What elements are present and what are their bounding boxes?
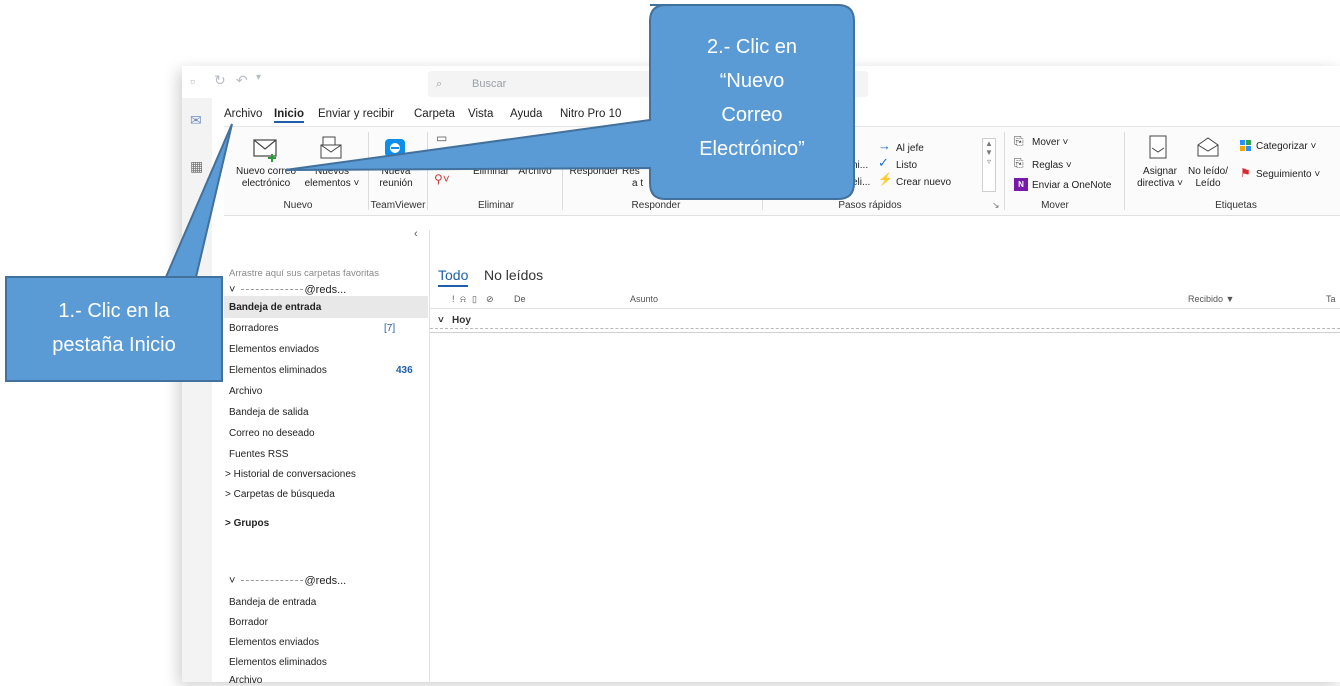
callout-1-line-2: pestaña Inicio	[52, 334, 176, 356]
callout-1-text: 1.- Clic en la pestaña Inicio	[6, 294, 222, 362]
callout-2-line-3: Correo	[721, 104, 783, 126]
callout-1-line-1: 1.- Clic en la	[58, 300, 170, 322]
callout-2-line-1: 2.- Clic en	[706, 36, 798, 58]
callout-2-line-4: Electrónico”	[699, 138, 805, 160]
callout-2-text: 2.- Clic en “Nuevo Correo Electrónico”	[650, 30, 854, 166]
callout-2-line-2: “Nuevo	[719, 70, 785, 92]
